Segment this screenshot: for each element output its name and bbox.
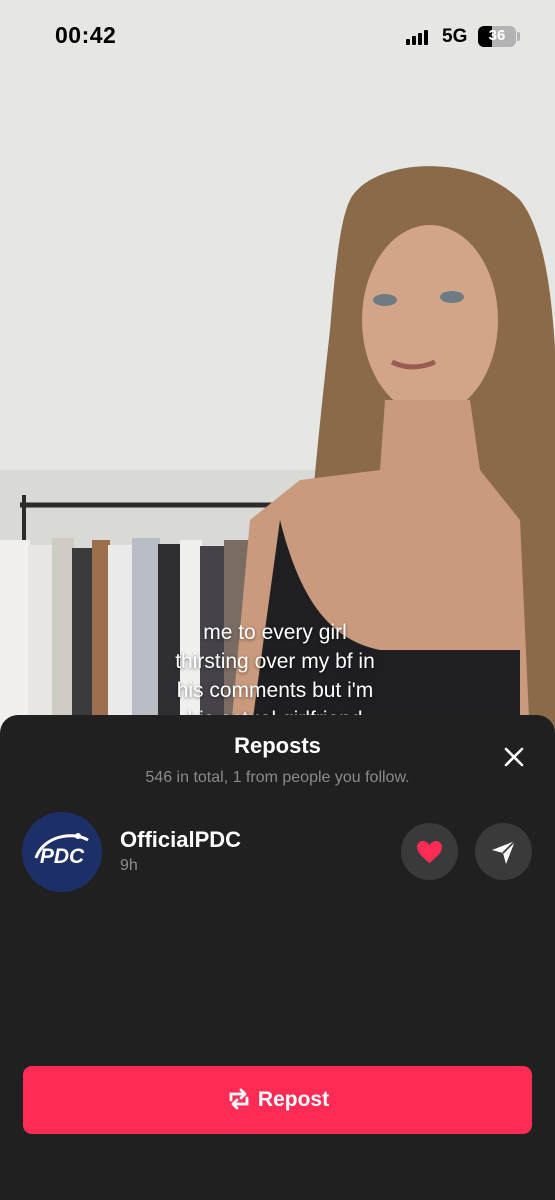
send-button[interactable]: [475, 823, 532, 880]
user-name[interactable]: OfficialPDC: [120, 827, 241, 853]
battery-percent: 36: [488, 27, 506, 44]
sheet-title: Reposts: [234, 733, 321, 758]
close-button[interactable]: [496, 743, 532, 773]
repost-icon: [229, 1088, 249, 1110]
cellular-signal-icon: [406, 29, 430, 45]
status-bar: 00:42 5G 36: [0, 0, 555, 72]
pdc-logo: PDC: [22, 812, 102, 892]
reposts-sheet: Reposts 546 in total, 1 from people you …: [0, 715, 555, 1200]
repost-button-label: Repost: [257, 1088, 330, 1111]
repost-button[interactable]: Repost: [23, 1066, 532, 1134]
battery-icon: 36: [478, 26, 516, 47]
status-time: 00:42: [55, 22, 117, 48]
battery-cap: [517, 32, 520, 41]
send-icon: [492, 840, 516, 864]
caption-line: thirsting over my bf in: [175, 650, 375, 673]
network-type: 5G: [442, 26, 468, 47]
video-player[interactable]: me to every girl thirsting over my bf in…: [0, 0, 555, 740]
avatar-text: PDC: [40, 845, 85, 868]
avatar[interactable]: PDC: [22, 812, 102, 892]
like-button[interactable]: [401, 823, 458, 880]
close-icon: [504, 747, 524, 767]
heart-icon: [417, 841, 442, 863]
sheet-subtitle: 546 in total, 1 from people you follow.: [145, 769, 410, 786]
repost-user-row[interactable]: PDC OfficialPDC 9h: [0, 812, 555, 894]
repost-time: 9h: [120, 857, 138, 874]
caption-line: me to every girl: [203, 621, 347, 644]
caption-line: his comments but i'm: [176, 679, 374, 702]
